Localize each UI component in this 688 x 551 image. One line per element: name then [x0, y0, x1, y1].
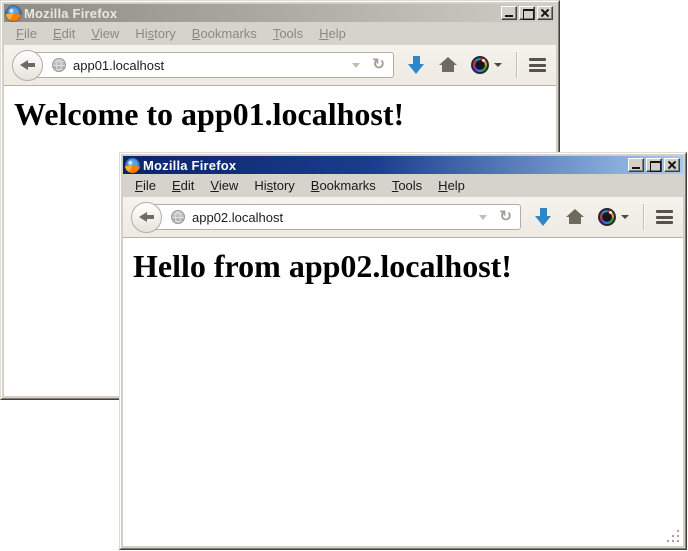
menu-item-help[interactable]: Help	[311, 23, 354, 44]
addon-caret-icon[interactable]	[621, 215, 629, 219]
firefox-logo-icon	[125, 158, 140, 173]
maximize-button[interactable]	[519, 6, 535, 20]
minimize-button[interactable]	[501, 6, 517, 20]
titlebar[interactable]: Mozilla Firefox	[123, 156, 683, 174]
history-dropdown-icon[interactable]	[352, 63, 360, 68]
menu-item-help[interactable]: Help	[430, 175, 473, 196]
hamburger-menu-button[interactable]	[656, 210, 673, 224]
menu-item-view[interactable]: View	[202, 175, 246, 196]
color-wheel-addon-button[interactable]	[471, 56, 489, 74]
menu-item-history[interactable]: History	[127, 23, 183, 44]
maximize-button[interactable]	[646, 158, 662, 172]
back-button[interactable]	[12, 50, 43, 81]
menu-item-bookmarks[interactable]: Bookmarks	[303, 175, 384, 196]
toolbar-separator	[643, 204, 644, 230]
desktop: Mozilla Firefox FileEditViewHistoryBookm…	[0, 0, 688, 551]
window-controls	[501, 6, 554, 20]
menu-item-edit[interactable]: Edit	[164, 175, 202, 196]
menu-item-bookmarks[interactable]: Bookmarks	[184, 23, 265, 44]
window-title: Mozilla Firefox	[24, 6, 117, 21]
resize-grip-icon[interactable]	[666, 529, 680, 543]
url-input[interactable]: app01.localhost	[73, 58, 164, 73]
downloads-button[interactable]	[408, 56, 425, 74]
browser-window-app02: Mozilla Firefox FileEditViewHistoryBookm…	[119, 152, 687, 550]
window-frame: Mozilla Firefox FileEditViewHistoryBookm…	[120, 153, 686, 549]
history-dropdown-icon[interactable]	[479, 215, 487, 220]
firefox-logo-icon	[6, 6, 21, 21]
downloads-button[interactable]	[535, 208, 552, 226]
reload-icon[interactable]: ↻	[372, 57, 385, 72]
back-arrow-icon	[20, 60, 35, 71]
minimize-button[interactable]	[628, 158, 644, 172]
menu-bar: FileEditViewHistoryBookmarksToolsHelp	[4, 22, 556, 45]
home-button[interactable]	[566, 209, 584, 225]
home-button[interactable]	[439, 57, 457, 73]
window-title: Mozilla Firefox	[143, 158, 236, 173]
addon-caret-icon[interactable]	[494, 63, 502, 67]
page-heading: Hello from app02.localhost!	[123, 248, 683, 285]
navigation-toolbar: app01.localhost ↻	[4, 45, 556, 86]
hamburger-menu-button[interactable]	[529, 58, 546, 72]
menu-item-file[interactable]: File	[127, 175, 164, 196]
toolbar-separator	[516, 52, 517, 78]
url-bar[interactable]: app01.localhost ↻	[29, 52, 394, 78]
back-arrow-icon	[139, 212, 154, 223]
menu-item-tools[interactable]: Tools	[265, 23, 311, 44]
window-controls	[628, 158, 681, 172]
reload-icon[interactable]: ↻	[499, 209, 512, 224]
menu-item-history[interactable]: History	[246, 175, 302, 196]
menu-item-edit[interactable]: Edit	[45, 23, 83, 44]
menu-bar: FileEditViewHistoryBookmarksToolsHelp	[123, 174, 683, 197]
menu-item-tools[interactable]: Tools	[384, 175, 430, 196]
globe-favicon-icon[interactable]	[171, 210, 185, 224]
menu-item-file[interactable]: File	[8, 23, 45, 44]
page-heading: Welcome to app01.localhost!	[4, 96, 556, 133]
back-button[interactable]	[131, 202, 162, 233]
page-content: Hello from app02.localhost!	[123, 238, 683, 546]
menu-item-view[interactable]: View	[83, 23, 127, 44]
url-bar[interactable]: app02.localhost ↻	[148, 204, 521, 230]
close-button[interactable]	[664, 158, 680, 172]
close-button[interactable]	[537, 6, 553, 20]
globe-favicon-icon[interactable]	[52, 58, 66, 72]
navigation-toolbar: app02.localhost ↻	[123, 197, 683, 238]
url-input[interactable]: app02.localhost	[192, 210, 283, 225]
titlebar[interactable]: Mozilla Firefox	[4, 4, 556, 22]
color-wheel-addon-button[interactable]	[598, 208, 616, 226]
